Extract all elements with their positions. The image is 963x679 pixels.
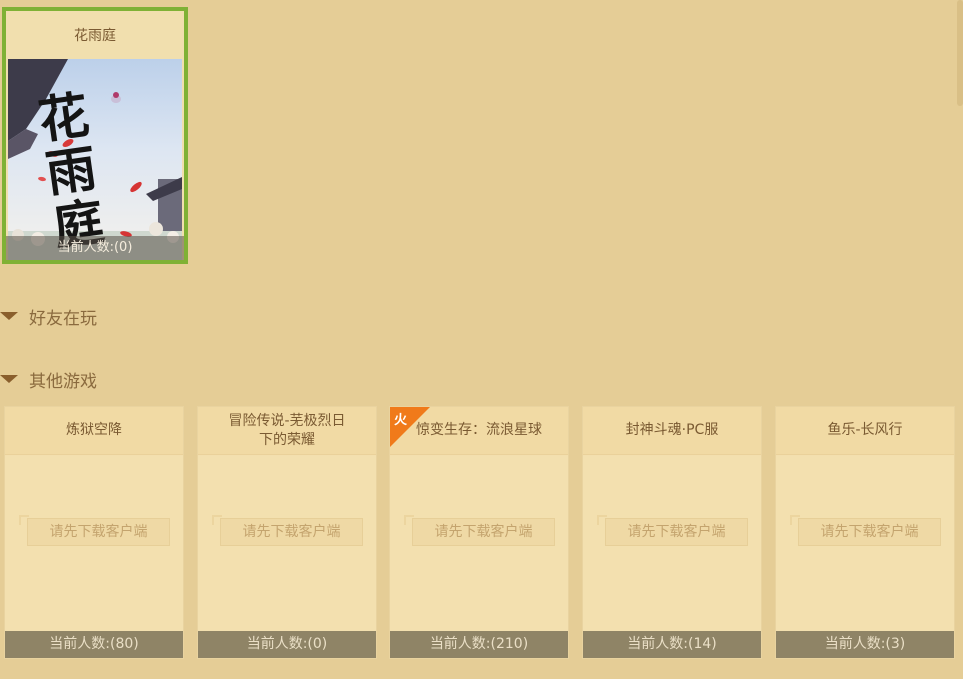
scrollbar-track[interactable] (957, 0, 963, 679)
player-count: 当前人数:(14) (583, 631, 761, 658)
download-client-button[interactable]: 请先下载客户端 (220, 518, 363, 546)
player-count: 当前人数:(80) (5, 631, 183, 658)
game-title: 封神斗魂·PC服 (583, 407, 761, 455)
player-count: 当前人数:(0) (198, 631, 376, 658)
player-count: 当前人数:(210) (390, 631, 568, 658)
player-count: 当前人数:(3) (776, 631, 954, 658)
section-others-label: 其他游戏 (29, 371, 97, 392)
featured-player-count: 当前人数:(0) (6, 236, 184, 260)
section-friends-playing[interactable]: 好友在玩 (0, 304, 97, 329)
featured-game-card[interactable]: 花雨庭 花雨庭 当前人数:(0) (2, 7, 188, 264)
game-card[interactable]: 封神斗魂·PC服 请先下载客户端 当前人数:(14) (583, 407, 761, 658)
hot-badge-label: 火 (394, 413, 408, 428)
game-card[interactable]: 鱼乐-长风行 请先下载客户端 当前人数:(3) (776, 407, 954, 658)
game-title: 鱼乐-长风行 (776, 407, 954, 455)
download-client-button[interactable]: 请先下载客户端 (27, 518, 170, 546)
hot-badge: 火 (390, 407, 430, 447)
game-card[interactable]: 炼狱空降 请先下载客户端 当前人数:(80) (5, 407, 183, 658)
section-friends-label: 好友在玩 (29, 308, 97, 329)
collapse-arrow-icon (0, 312, 18, 320)
featured-game-cover-image: 花雨庭 (8, 59, 182, 260)
download-client-button[interactable]: 请先下载客户端 (605, 518, 748, 546)
game-card[interactable]: 惊变生存：流浪星球 火 请先下载客户端 当前人数:(210) (390, 407, 568, 658)
download-client-button[interactable]: 请先下载客户端 (798, 518, 941, 546)
game-title: 冒险传说-芜极烈日下的荣耀 (198, 407, 376, 455)
featured-game-title: 花雨庭 (74, 28, 116, 44)
game-title: 炼狱空降 (5, 407, 183, 455)
scrollbar-thumb[interactable] (957, 0, 963, 106)
download-client-button[interactable]: 请先下载客户端 (412, 518, 555, 546)
collapse-arrow-icon (0, 375, 18, 383)
section-other-games[interactable]: 其他游戏 (0, 367, 97, 392)
game-card[interactable]: 冒险传说-芜极烈日下的荣耀 请先下载客户端 当前人数:(0) (198, 407, 376, 658)
